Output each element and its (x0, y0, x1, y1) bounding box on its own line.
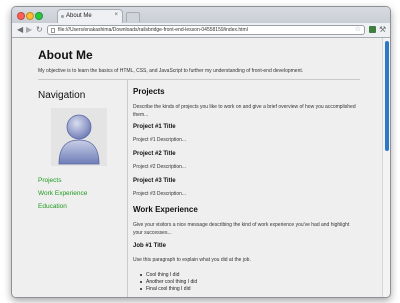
reload-icon[interactable]: ↻ (36, 25, 43, 35)
scrollbar-thumb[interactable] (385, 41, 389, 151)
page-icon (51, 28, 55, 33)
job-bullet: Final cool thing I did (139, 286, 191, 292)
page-title: About Me (38, 48, 93, 62)
work-intro: Give your visitors a nice message descri… (133, 222, 350, 236)
forward-arrow-icon[interactable]: ▶ (26, 25, 32, 35)
work-heading: Work Experience (133, 205, 198, 214)
new-tab-button[interactable] (126, 12, 140, 22)
projects-intro: Describe the kinds of projects you like … (133, 104, 356, 118)
project-1-title: Project #1 Title (133, 124, 176, 130)
job-bullet: Another cool thing I did (139, 279, 198, 285)
extension-icon[interactable] (369, 26, 376, 33)
header-divider (38, 79, 360, 80)
project-1-description: Project #1 Description... (133, 137, 187, 143)
projects-heading: Projects (133, 87, 165, 96)
address-bar[interactable]: file:///Users/enakashima/Downloads/rails… (47, 25, 365, 35)
job-1-title: Job #1 Title (133, 243, 166, 249)
browser-toolbar: ◀ ▶ ↻ file:///Users/enakashima/Downloads… (12, 23, 390, 38)
vertical-scrollbar[interactable] (382, 38, 390, 297)
back-arrow-icon[interactable]: ◀ (17, 25, 23, 35)
project-3-description: Project #3 Description... (133, 191, 187, 197)
nav-title: Navigation (38, 90, 86, 101)
address-url: file:///Users/enakashima/Downloads/rails… (58, 27, 248, 33)
job-1-description: Use this paragraph to explain what you d… (133, 257, 251, 263)
browser-window: About Me × ◀ ▶ ↻ file:///Users/enakashim… (11, 6, 391, 298)
user-avatar-icon (51, 108, 107, 166)
project-2-description: Project #2 Description... (133, 164, 187, 170)
project-2-title: Project #2 Title (133, 151, 176, 157)
project-3-title: Project #3 Title (133, 178, 176, 184)
nav-link-education[interactable]: Education (38, 203, 67, 210)
tab-strip: About Me × (12, 7, 390, 23)
nav-link-projects[interactable]: Projects (38, 177, 61, 184)
zoom-window-button[interactable] (35, 12, 43, 20)
page-icon (61, 15, 64, 18)
tab-title: About Me (66, 13, 92, 19)
wrench-menu-icon[interactable]: ⚒ (379, 25, 386, 35)
tab-close-icon[interactable]: × (114, 12, 118, 18)
tab-about-me[interactable]: About Me × (57, 9, 123, 23)
sidebar-divider (127, 80, 128, 297)
page-viewport: About Me My objective is to learn the ba… (12, 38, 382, 297)
objective-text: My objective is to learn the basics of H… (38, 68, 304, 74)
bookmark-star-icon[interactable]: ☆ (355, 26, 361, 34)
close-window-button[interactable] (17, 12, 25, 20)
job-bullet: Cool thing I did (139, 272, 180, 278)
avatar (51, 108, 107, 166)
minimize-window-button[interactable] (26, 12, 34, 20)
nav-link-work-experience[interactable]: Work Experience (38, 190, 87, 197)
